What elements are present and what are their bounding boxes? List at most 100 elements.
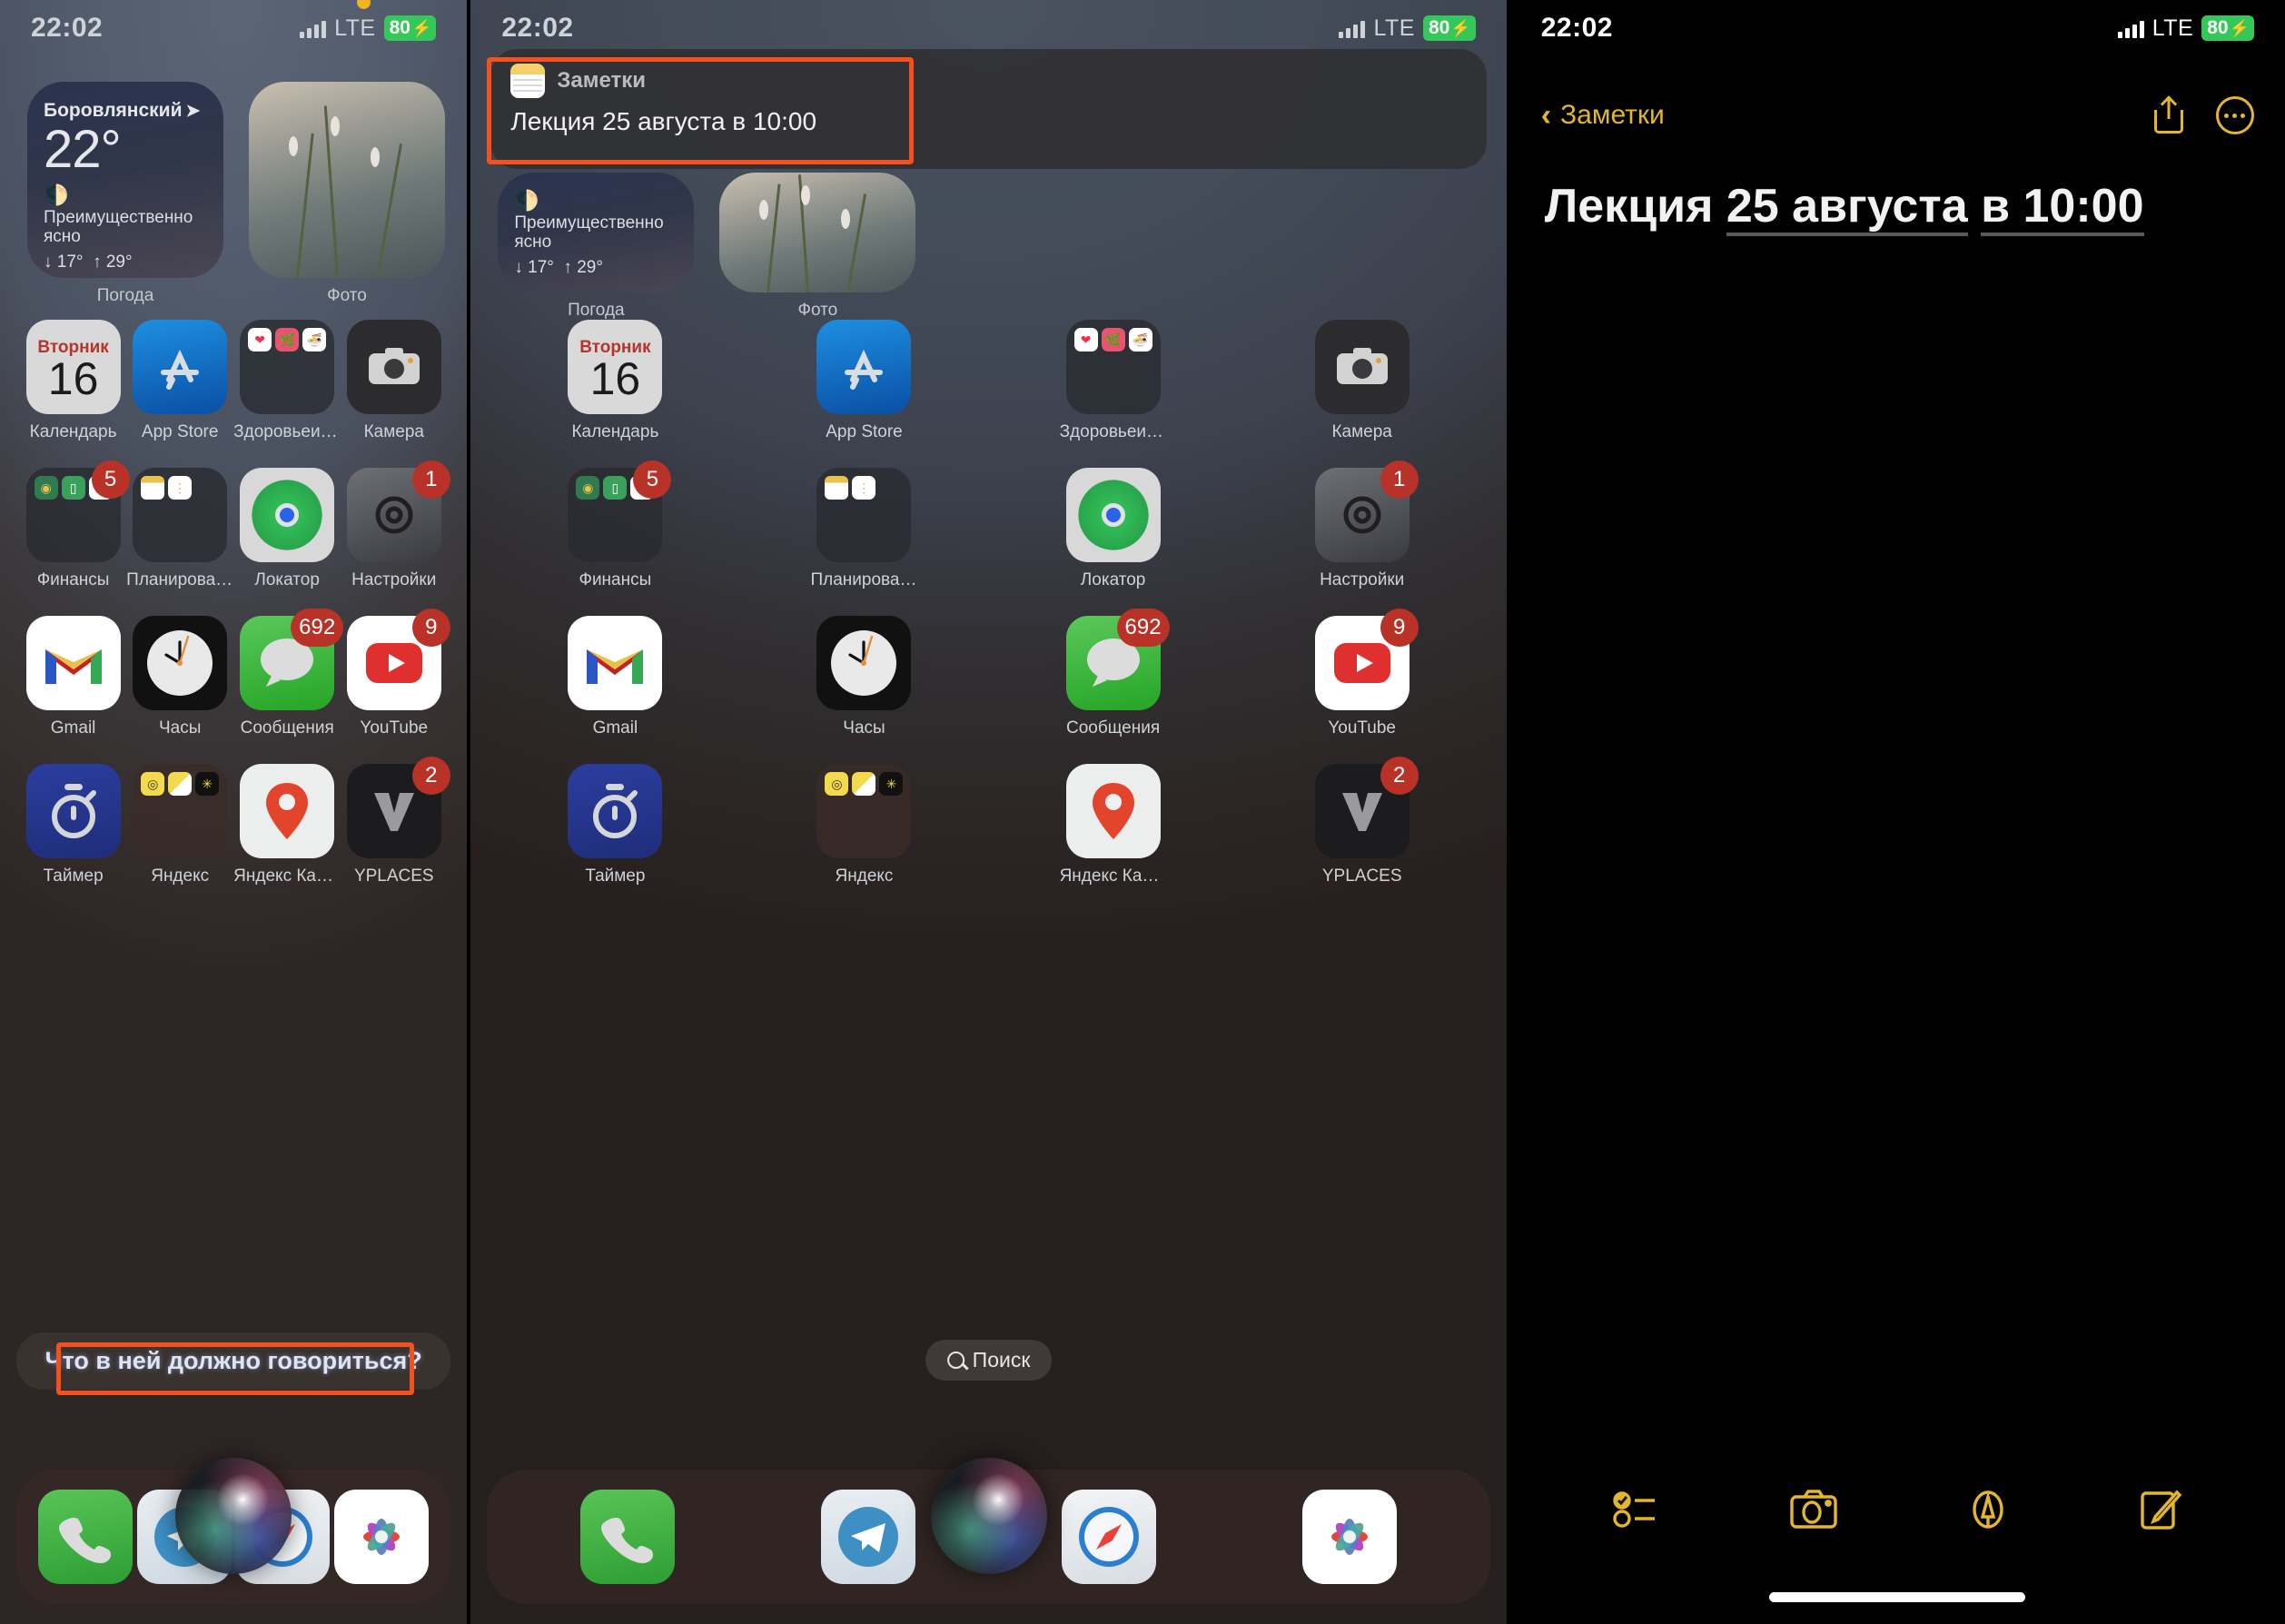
status-time: 22:02	[1540, 13, 1613, 43]
timer-icon	[568, 764, 663, 858]
camera-icon	[1314, 320, 1410, 414]
status-right: LTE 80 ⚡	[2117, 15, 2254, 42]
app-health-folder[interactable]: ❤ 🌿 🍜 Здоровьеифит...	[233, 320, 341, 442]
photos-icon[interactable]	[334, 1490, 430, 1584]
app-yandex-folder[interactable]: ◎ ✳ Яндекс	[739, 764, 988, 886]
safari-icon[interactable]	[1062, 1490, 1157, 1584]
photos-widget-label: Фото	[327, 286, 367, 305]
weather-high: ↑ 29°	[563, 257, 603, 277]
note-title-date-link[interactable]: 25 августа	[1726, 180, 1968, 236]
weather-widget[interactable]: Боровлянский ➤ 22° 🌓 Преимущественно ясн…	[27, 82, 223, 278]
app-appstore[interactable]: App Store	[739, 320, 988, 442]
app-label: YouTube	[1328, 718, 1396, 738]
app-youtube[interactable]: 9 YouTube	[341, 609, 450, 738]
app-label: Gmail	[50, 718, 96, 738]
app-badge: 692	[291, 609, 344, 647]
camera-icon[interactable]	[1790, 1490, 1838, 1530]
photo-widget-wrap: Фото	[249, 82, 445, 306]
app-badge: 5	[633, 460, 672, 499]
app-clock[interactable]: Часы	[739, 616, 988, 738]
app-camera[interactable]: Камера	[1238, 320, 1487, 442]
siri-orb[interactable]	[175, 1458, 292, 1574]
app-label: YPLACES	[353, 866, 434, 886]
gmail-icon	[25, 616, 121, 710]
photos-icon[interactable]	[1302, 1490, 1398, 1584]
findmy-icon	[1065, 468, 1161, 562]
app-gmail[interactable]: Gmail	[20, 616, 126, 738]
status-right: LTE 80 ⚡	[300, 0, 437, 42]
more-ellipsis-icon[interactable]	[2215, 96, 2254, 134]
app-clock[interactable]: Часы	[126, 616, 233, 738]
app-findmy[interactable]: Локатор	[233, 468, 341, 590]
photos-widget[interactable]	[249, 82, 445, 278]
status-bar: 22:02 LTE 80 ⚡	[1510, 0, 2285, 56]
telegram-icon[interactable]	[820, 1490, 915, 1584]
checklist-icon[interactable]	[1612, 1489, 1662, 1530]
app-badge: 2	[1380, 757, 1419, 795]
status-right: LTE 80 ⚡	[1339, 15, 1476, 42]
app-label: Сообщения	[240, 718, 334, 738]
folder-icon: ❤ 🌿 🍜	[1065, 320, 1161, 414]
app-findmy[interactable]: Локатор	[989, 468, 1238, 590]
share-icon[interactable]	[2153, 95, 2183, 134]
app-yandex-maps[interactable]: Яндекс Карты	[989, 764, 1238, 886]
folder-icon: ◎ ✳	[816, 764, 912, 858]
app-label: Настройки	[1320, 570, 1405, 589]
panel-home-siri: 22:02 LTE 80 ⚡ Боровлянский ➤ 22° 🌓 Преи…	[0, 0, 468, 1624]
note-content[interactable]: Лекция 25 августа в 10:00	[1545, 177, 2250, 236]
app-yandex-folder[interactable]: ◎ ✳ Яндекс	[126, 764, 233, 886]
app-health-folder[interactable]: ❤ 🌿 🍜 Здоровьеифит...	[989, 320, 1238, 442]
folder-icon: ❤ 🌿 🍜	[240, 320, 335, 414]
weather-widget[interactable]: 🌓 Преимущественно ясно ↓ 17° ↑ 29°	[498, 173, 695, 292]
calendar-day: 16	[47, 353, 99, 405]
notes-actions	[2153, 95, 2254, 134]
app-messages[interactable]: 692 Сообщения	[989, 609, 1238, 738]
siri-orb[interactable]	[930, 1458, 1047, 1574]
app-gmail[interactable]: Gmail	[490, 616, 739, 738]
app-badge: 9	[1380, 609, 1419, 647]
app-finance-folder[interactable]: ◉ ▯ M 5 Финансы	[20, 460, 130, 590]
app-calendar[interactable]: Вторник 16 Календарь	[490, 320, 739, 442]
folder-icon: ⋮	[816, 468, 912, 562]
markup-pen-icon[interactable]	[1966, 1488, 2010, 1531]
photos-widget[interactable]	[719, 173, 916, 292]
app-planning-folder[interactable]: ⋮ Планирование	[126, 468, 233, 590]
compose-icon[interactable]	[2139, 1488, 2182, 1531]
app-label: Таймер	[43, 866, 104, 886]
findmy-icon	[240, 468, 335, 562]
network-label: LTE	[1373, 15, 1415, 41]
app-planning-folder[interactable]: ⋮ Планирование	[739, 468, 988, 590]
charging-bolt-icon: ⚡	[2229, 18, 2250, 37]
app-yplaces[interactable]: 2 YPLACES	[1238, 757, 1487, 886]
app-yplaces[interactable]: 2 YPLACES	[341, 757, 450, 886]
back-button[interactable]: ‹ Заметки	[1541, 100, 1665, 131]
note-title-time-link[interactable]: в 10:00	[1981, 180, 2144, 236]
app-label: Планирование	[126, 570, 234, 589]
phone-icon[interactable]	[579, 1490, 675, 1584]
app-settings[interactable]: 1 Настройки	[341, 460, 450, 590]
app-calendar[interactable]: Вторник 16 Календарь	[20, 320, 126, 442]
app-messages[interactable]: 692 Сообщения	[233, 609, 344, 738]
weather-hilo: ↓ 17° ↑ 29°	[514, 258, 678, 278]
app-label: Календарь	[29, 422, 117, 441]
search-pill[interactable]: Поиск	[925, 1340, 1053, 1381]
notification-banner[interactable]: Заметки Лекция 25 августа в 10:00	[490, 49, 1487, 169]
app-settings[interactable]: 1 Настройки	[1238, 460, 1487, 590]
app-appstore[interactable]: App Store	[126, 320, 233, 442]
app-finance-folder[interactable]: ◉ ▯ M 5 Финансы	[490, 460, 739, 590]
app-timer[interactable]: Таймер	[490, 764, 739, 886]
app-camera[interactable]: Камера	[341, 320, 447, 442]
moon-stars-icon: 🌓	[44, 183, 69, 206]
weather-low: ↓ 17°	[514, 257, 554, 277]
app-label: Часы	[158, 718, 202, 738]
app-youtube[interactable]: 9 YouTube	[1238, 609, 1487, 738]
siri-prompt-bubble[interactable]: Что в ней должно говориться?	[16, 1332, 451, 1390]
app-label: Яндекс	[151, 866, 210, 886]
app-badge: 1	[411, 460, 450, 499]
calendar-icon: Вторник 16	[25, 320, 121, 414]
battery-level: 80	[389, 17, 411, 38]
app-timer[interactable]: Таймер	[20, 764, 126, 886]
phone-icon[interactable]	[38, 1490, 134, 1584]
app-yandex-maps[interactable]: Яндекс Карты	[233, 764, 341, 886]
network-label: LTE	[334, 15, 376, 41]
